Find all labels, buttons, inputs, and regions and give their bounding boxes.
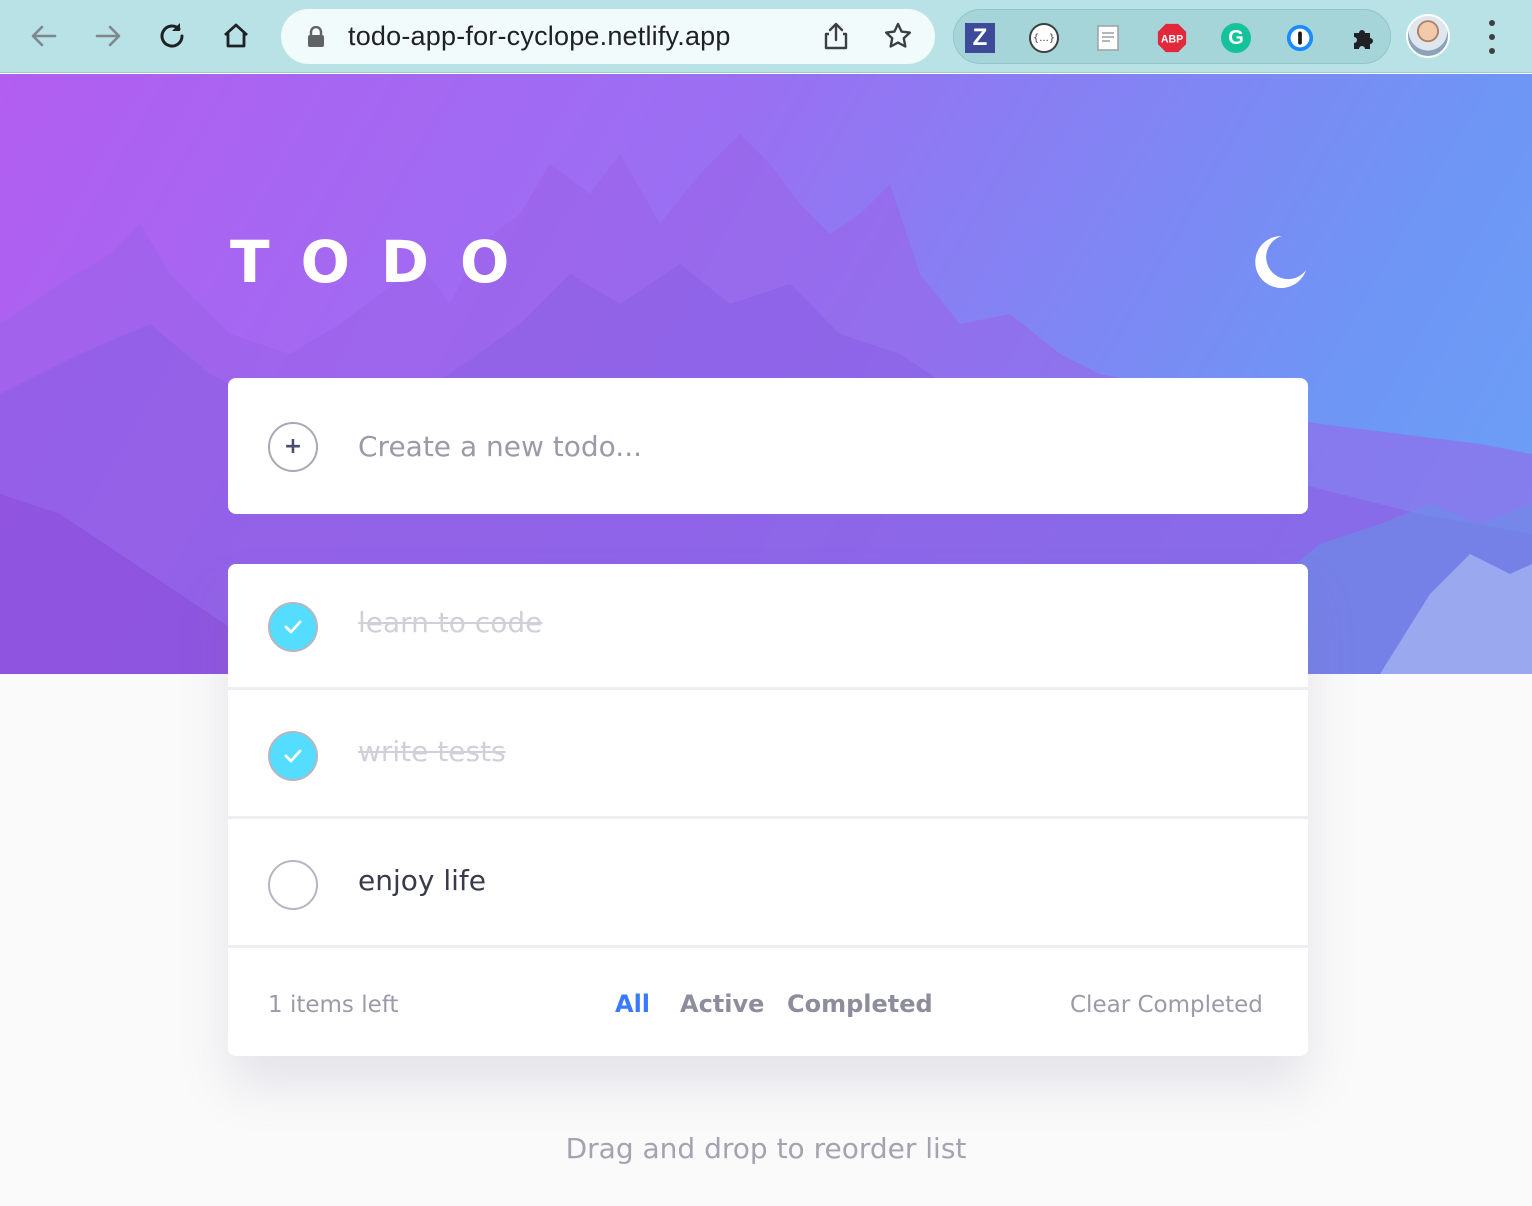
back-button[interactable] [22,14,66,58]
clear-completed-button[interactable]: Clear Completed [1070,992,1263,1018]
browser-toolbar: todo-app-for-cyclope.netlify.app Z {...}… [0,0,1532,73]
todo-list: learn to code write tests enjoy life 1 i… [228,564,1308,1056]
plus-icon: + [283,434,303,459]
url-text: todo-app-for-cyclope.netlify.app [348,21,731,51]
share-icon[interactable] [823,22,849,50]
todo-checkbox[interactable] [268,731,318,781]
theme-toggle-button[interactable] [1252,232,1310,290]
reorder-hint: Drag and drop to reorder list [565,1132,967,1165]
reload-button[interactable] [150,14,194,58]
app-title: TODO [230,228,541,296]
moon-icon [1255,235,1306,288]
home-button[interactable] [214,14,258,58]
items-left-count: 1 items left [268,992,399,1018]
browser-menu-button[interactable] [1478,20,1506,54]
add-todo-button[interactable]: + [268,422,318,472]
zotero-icon[interactable]: Z [965,23,995,53]
todo-item[interactable]: write tests [228,693,1308,819]
reload-icon [160,23,184,48]
todo-text: write tests [358,735,506,768]
home-icon [224,23,248,48]
arrow-left-icon [31,25,57,47]
todo-item[interactable]: learn to code [228,564,1308,690]
new-todo-input[interactable] [358,418,1258,474]
checkmark-icon [284,620,302,634]
new-todo-card: + [228,378,1308,514]
profile-avatar[interactable] [1406,14,1450,58]
filter-active[interactable]: Active [680,990,764,1018]
filter-all[interactable]: All [615,990,650,1018]
checkmark-icon [284,749,302,763]
json-viewer-icon[interactable]: {...} [1029,23,1059,53]
bookmark-star-icon[interactable] [883,21,913,51]
extensions-area: Z {...} ABP G [953,9,1391,64]
puzzle-icon[interactable] [1349,23,1379,53]
todo-item[interactable]: enjoy life [228,822,1308,948]
address-bar[interactable]: todo-app-for-cyclope.netlify.app [281,9,935,64]
todo-checkbox[interactable] [268,860,318,910]
arrow-right-icon [95,25,121,47]
lock-icon [308,26,324,47]
1password-icon[interactable] [1285,23,1315,53]
page-icon[interactable] [1093,23,1123,53]
todo-text: learn to code [358,606,543,639]
svg-text:ABP: ABP [1161,33,1183,45]
list-footer: 1 items left All Active Completed Clear … [228,954,1308,1056]
todo-checkbox[interactable] [268,602,318,652]
adblock-plus-icon[interactable]: ABP [1157,23,1187,53]
grammarly-icon[interactable]: G [1221,23,1251,53]
forward-button[interactable] [86,14,130,58]
todo-text: enjoy life [358,864,486,897]
filter-completed[interactable]: Completed [787,990,933,1018]
